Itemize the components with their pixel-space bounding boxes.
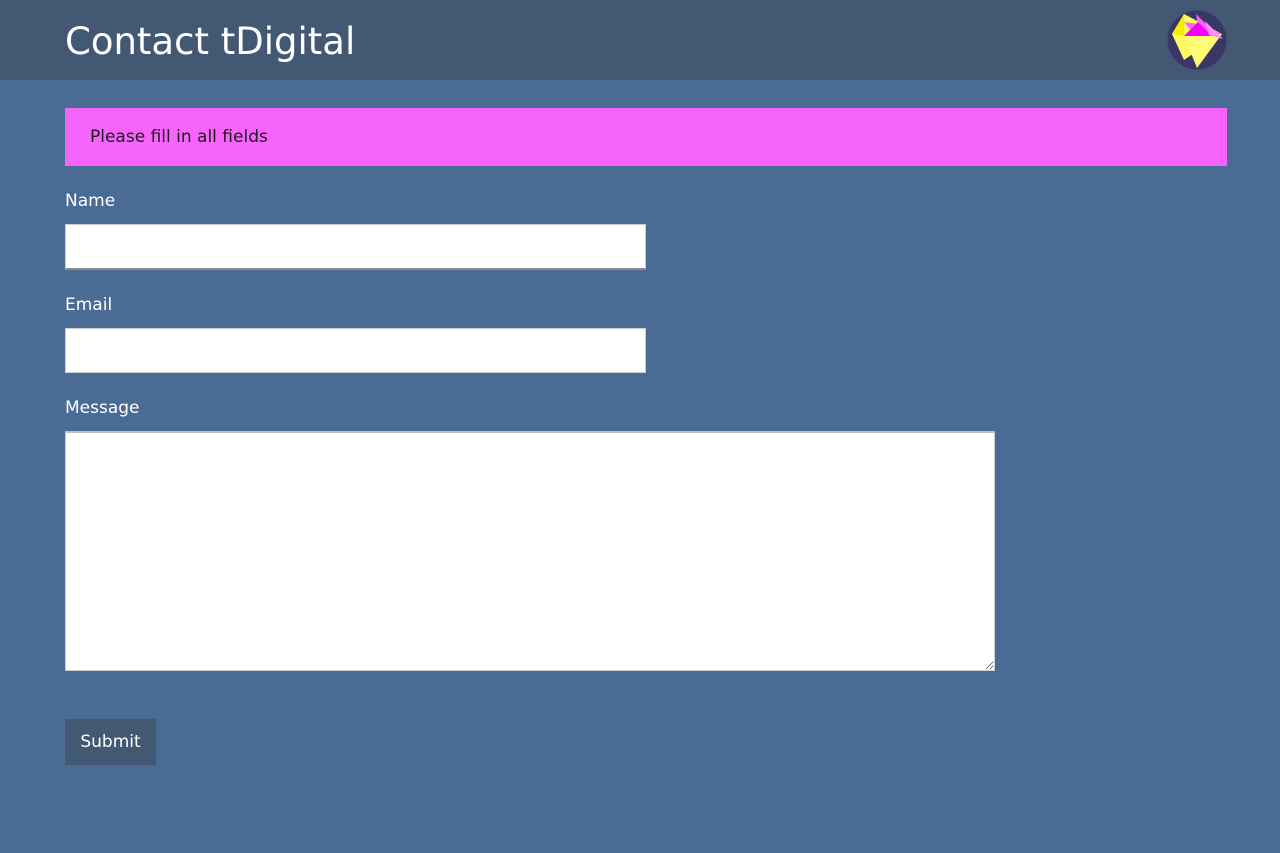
submit-button[interactable]: Submit [65,719,156,765]
message-label: Message [65,398,140,418]
email-input[interactable] [65,328,646,373]
app-header: Contact tDigital [0,0,1280,80]
page-title: Contact tDigital [65,20,356,63]
email-label: Email [65,295,113,315]
alert-message: Please fill in all fields [90,127,268,147]
validation-alert: Please fill in all fields [65,108,1227,166]
message-textarea[interactable] [65,431,995,671]
tdigital-logo-icon[interactable] [1167,10,1227,70]
name-input[interactable] [65,224,646,270]
name-label: Name [65,191,116,211]
